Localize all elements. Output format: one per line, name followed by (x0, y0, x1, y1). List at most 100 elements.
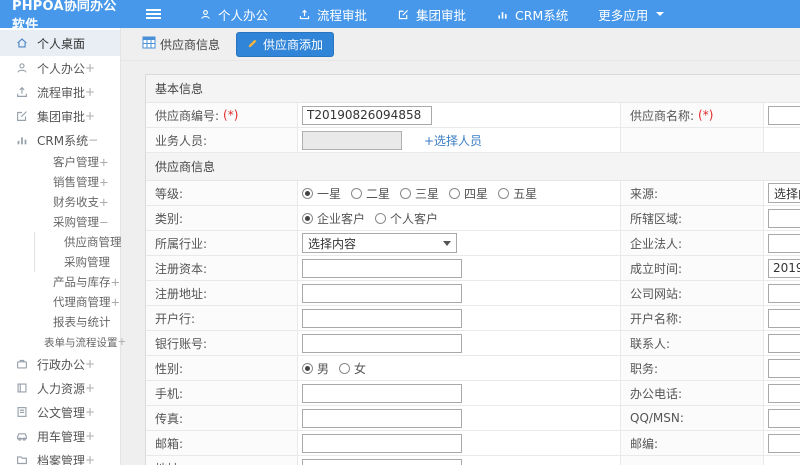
nav-workflow-approval[interactable]: 流程审批 (298, 5, 367, 24)
grade-radio-3star[interactable]: 三星 (400, 185, 439, 202)
form-row-bank-accountname: 开户行: 开户名称: (146, 306, 800, 331)
email-input[interactable] (302, 433, 462, 453)
website-input[interactable] (768, 283, 800, 303)
sidebar-item-finance[interactable]: 财务收支 + (0, 192, 120, 212)
sidebar-item-group-approval[interactable]: 集团审批 + (0, 104, 120, 128)
sidebar-item-vehicle-mgmt[interactable]: 用车管理 + (0, 424, 120, 448)
fax-input[interactable] (302, 408, 462, 428)
supplier-code-input[interactable] (302, 105, 432, 125)
expand-icon[interactable]: + (111, 275, 121, 289)
radio-icon[interactable] (498, 187, 510, 199)
top-bar: PHPOA协同办公软件 个人办公 流程审批 集团审批 CRM系统 更多应用 (0, 0, 800, 33)
sidebar-item-customer-mgmt[interactable]: 客户管理 + (0, 152, 120, 172)
sidebar-item-agent-mgmt[interactable]: 代理商管理 + (0, 292, 120, 312)
radio-icon[interactable] (449, 187, 461, 199)
account-no-input[interactable] (302, 333, 462, 353)
reg-address-input[interactable] (302, 283, 462, 303)
radio-icon[interactable] (351, 187, 363, 199)
industry-select[interactable]: 选择内容 (302, 233, 457, 253)
expand-icon[interactable]: + (99, 155, 109, 169)
expand-icon[interactable]: + (99, 175, 109, 189)
gender-radio-female[interactable]: 女 (339, 360, 366, 377)
radio-checked-icon[interactable] (302, 212, 313, 224)
nav-more-apps[interactable]: 更多应用 (598, 5, 665, 24)
empty-cell (764, 128, 800, 152)
account-name-input[interactable] (768, 308, 800, 328)
grade-radio-4star[interactable]: 四星 (449, 185, 488, 202)
sidebar-item-admin-office[interactable]: 行政办公 + (0, 352, 120, 376)
sidebar-item-hr[interactable]: 人力资源 + (0, 376, 120, 400)
category-radio-enterprise[interactable]: 企业客户 (302, 210, 365, 227)
hamburger-icon[interactable] (146, 13, 161, 15)
qq-msn-input[interactable] (768, 408, 800, 428)
grade-radio-2star[interactable]: 二星 (351, 185, 390, 202)
radio-icon[interactable] (339, 362, 351, 374)
expand-icon[interactable]: + (85, 357, 95, 371)
contact-input[interactable] (768, 333, 800, 353)
sidebar-item-crm-system[interactable]: CRM系统 − (0, 128, 120, 152)
sidebar-item-purchase-mgmt[interactable]: 采购管理 − (0, 212, 120, 232)
expand-icon[interactable]: + (85, 109, 95, 123)
sidebar-item-document-mgmt[interactable]: 公文管理 + (0, 400, 120, 424)
sidebar-item-reports[interactable]: 报表与统计 (0, 312, 120, 332)
radio-icon[interactable] (400, 187, 412, 199)
address-input[interactable] (302, 459, 462, 465)
form-row-address: 地址: (146, 456, 800, 465)
sidebar-item-archive-mgmt[interactable]: 档案管理 + (0, 448, 120, 465)
sidebar-item-product-inventory[interactable]: 产品与库存 + (0, 272, 120, 292)
zip-input[interactable] (768, 433, 800, 453)
position-label: 职务: (630, 361, 659, 376)
expand-icon[interactable]: + (85, 85, 95, 99)
expand-icon[interactable]: + (85, 429, 95, 443)
mobile-input[interactable] (302, 383, 462, 403)
gender-radio-male[interactable]: 男 (302, 360, 329, 377)
expand-icon[interactable]: + (85, 453, 95, 465)
form-row-industry-legal: 所属行业: 选择内容 企业法人: (146, 231, 800, 256)
capital-input[interactable] (302, 258, 462, 278)
nav-crm-system[interactable]: CRM系统 (496, 5, 568, 24)
briefcase-icon (15, 357, 29, 371)
sidebar-item-sales-mgmt[interactable]: 销售管理 + (0, 172, 120, 192)
radio-checked-icon[interactable] (302, 362, 313, 374)
staff-label: 业务人员: (155, 133, 208, 148)
sidebar-item-supplier-mgmt[interactable]: 供应商管理 (34, 232, 122, 252)
legal-person-label: 企业法人: (630, 236, 683, 251)
source-label: 来源: (630, 186, 659, 201)
sidebar-item-personal-desktop[interactable]: 个人桌面 (0, 30, 120, 56)
bank-input[interactable] (302, 308, 462, 328)
expand-icon[interactable]: + (85, 61, 95, 75)
supplier-code-label: 供应商编号: (155, 108, 220, 123)
expand-icon[interactable]: + (85, 381, 95, 395)
category-label: 类别: (155, 211, 184, 226)
email-label: 邮箱: (155, 436, 184, 451)
expand-icon[interactable]: + (99, 195, 109, 209)
sidebar-item-form-workflow-settings[interactable]: 表单与流程设置 + (0, 332, 126, 352)
required-mark: (*) (698, 108, 714, 122)
collapse-icon[interactable]: − (99, 215, 109, 229)
expand-icon[interactable]: + (111, 295, 121, 309)
source-select[interactable]: 选择内容 (768, 183, 800, 203)
tab-supplier-add[interactable]: 供应商添加 (236, 31, 335, 57)
office-phone-input[interactable] (768, 383, 800, 403)
sidebar-item-purchasing[interactable]: 采购管理 (34, 252, 120, 272)
founded-date-input[interactable] (768, 258, 800, 278)
category-radio-personal[interactable]: 个人客户 (375, 210, 438, 227)
legal-person-input[interactable] (768, 233, 800, 253)
select-arrow-icon (443, 240, 451, 246)
sidebar-item-workflow-approval[interactable]: 流程审批 + (0, 80, 120, 104)
grade-radio-5star[interactable]: 五星 (498, 185, 537, 202)
tab-supplier-info[interactable]: 供应商信息 (134, 33, 228, 56)
supplier-name-input[interactable] (768, 105, 800, 125)
position-input[interactable] (768, 358, 800, 378)
expand-icon[interactable]: + (85, 405, 95, 419)
radio-icon[interactable] (375, 212, 387, 224)
nav-group-approval[interactable]: 集团审批 (397, 5, 466, 24)
collapse-icon[interactable]: − (88, 133, 98, 147)
sidebar-item-personal-office[interactable]: 个人办公 + (0, 56, 120, 80)
select-staff-link[interactable]: +选择人员 (424, 132, 482, 149)
grade-radio-1star[interactable]: 一星 (302, 185, 341, 202)
staff-input[interactable] (302, 130, 402, 150)
region-input[interactable] (768, 208, 800, 228)
radio-checked-icon[interactable] (302, 187, 313, 199)
nav-personal-office[interactable]: 个人办公 (199, 5, 268, 24)
